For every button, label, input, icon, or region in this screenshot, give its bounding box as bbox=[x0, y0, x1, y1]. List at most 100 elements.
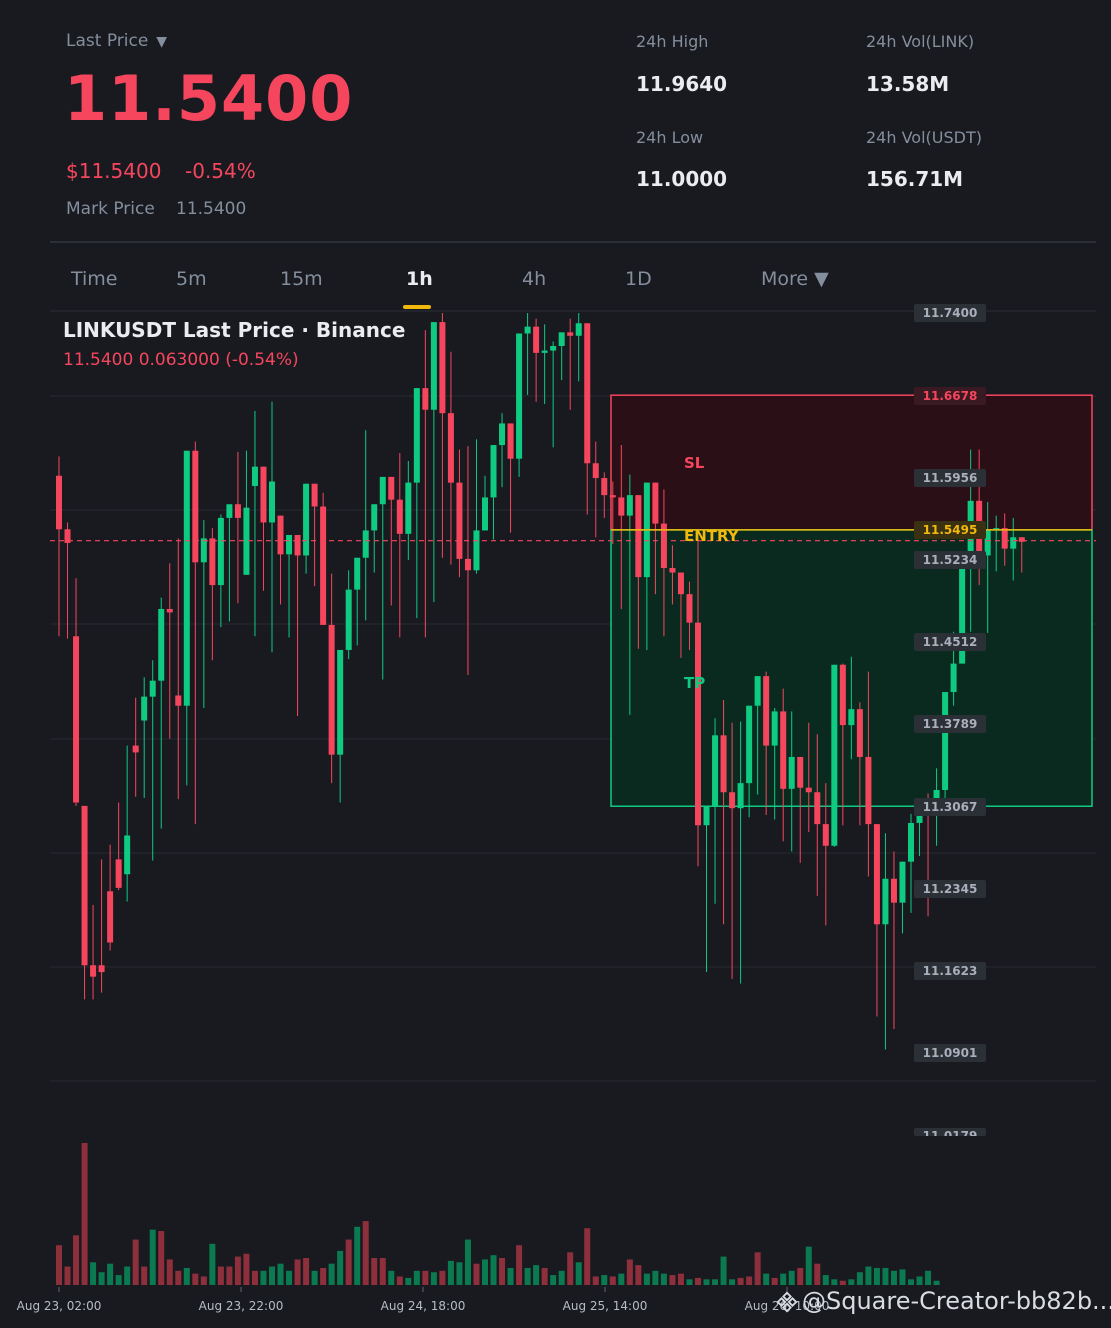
price-tick-label: 11.2345 bbox=[923, 882, 978, 896]
volume-bar bbox=[899, 1269, 906, 1285]
candle-body bbox=[234, 504, 241, 518]
tp-label: TP bbox=[684, 674, 705, 692]
candle-body bbox=[737, 783, 744, 809]
volume-bar bbox=[482, 1259, 488, 1285]
volume-bar bbox=[754, 1252, 761, 1285]
volume-bar bbox=[908, 1279, 914, 1285]
volume-bar bbox=[660, 1273, 667, 1285]
volume-bar bbox=[354, 1226, 361, 1285]
volume-bar bbox=[73, 1235, 80, 1285]
candle-body bbox=[1010, 537, 1017, 549]
volume-bar bbox=[592, 1276, 599, 1285]
volume-bar bbox=[805, 1246, 812, 1285]
price-tick-label: 11.0901 bbox=[923, 1046, 978, 1060]
volume-bar bbox=[328, 1263, 335, 1285]
volume-bar bbox=[439, 1270, 446, 1285]
volume-bar bbox=[303, 1258, 310, 1285]
candle-body bbox=[294, 534, 301, 556]
volume-bar bbox=[746, 1276, 753, 1285]
volume-bar bbox=[933, 1280, 940, 1285]
volume-bar bbox=[149, 1229, 156, 1285]
volume-bar bbox=[64, 1266, 71, 1285]
candle-body bbox=[345, 589, 352, 650]
candle-body bbox=[652, 482, 659, 524]
volume-bar bbox=[729, 1279, 736, 1285]
volume-bar bbox=[763, 1273, 770, 1285]
volume-bar bbox=[652, 1270, 659, 1285]
entry-label: ENTRY bbox=[684, 527, 740, 545]
candle-body bbox=[873, 824, 880, 925]
candle-body bbox=[712, 735, 719, 806]
candle-body bbox=[337, 649, 344, 755]
candle-body bbox=[251, 466, 258, 487]
candle-body bbox=[550, 346, 557, 351]
volume-bar bbox=[132, 1239, 139, 1285]
candle-body bbox=[158, 608, 165, 681]
candle-body bbox=[149, 680, 156, 697]
volume-bar bbox=[720, 1256, 727, 1285]
price-tick-label: 11.4512 bbox=[923, 635, 978, 649]
candle-body bbox=[396, 499, 403, 534]
volume-bar bbox=[141, 1266, 148, 1285]
volume-bar bbox=[362, 1221, 369, 1285]
time-tick-label: Aug 23, 22:00 bbox=[199, 1299, 284, 1313]
volume-bar bbox=[396, 1276, 403, 1285]
candle-body bbox=[856, 709, 863, 757]
volume-bar bbox=[499, 1258, 506, 1285]
volume-bar bbox=[567, 1252, 574, 1285]
volume-bar bbox=[822, 1275, 829, 1285]
candle-body bbox=[422, 388, 429, 410]
volume-bar bbox=[166, 1259, 173, 1285]
volume-bar bbox=[226, 1266, 233, 1285]
volume-bar bbox=[541, 1267, 548, 1285]
candle-body bbox=[695, 622, 701, 826]
candle-body bbox=[677, 572, 684, 595]
candle-body bbox=[192, 450, 199, 563]
volume-bar bbox=[635, 1265, 642, 1285]
volume-bar bbox=[269, 1266, 275, 1285]
chart-subtitle: 11.5400 0.063000 (-0.54%) bbox=[63, 350, 299, 370]
candle-body bbox=[98, 965, 105, 973]
candle-body bbox=[541, 350, 548, 353]
candle-body bbox=[524, 326, 531, 334]
volume-bar bbox=[311, 1270, 318, 1285]
volume-bar bbox=[56, 1245, 62, 1285]
candle-body bbox=[618, 497, 625, 516]
price-tick-label: 11.7400 bbox=[923, 306, 978, 320]
volume-bar bbox=[337, 1250, 344, 1285]
volume-bar bbox=[771, 1277, 778, 1285]
volume-bar bbox=[524, 1267, 531, 1285]
candle-body bbox=[609, 495, 616, 498]
price-tick-label: 11.5956 bbox=[923, 471, 978, 485]
price-tick-label: 11.3789 bbox=[923, 717, 978, 731]
candle-body bbox=[703, 805, 710, 826]
candle-body bbox=[516, 333, 523, 459]
volume-bar bbox=[737, 1277, 744, 1285]
volume-bar bbox=[388, 1270, 395, 1285]
volume-bar bbox=[865, 1266, 872, 1285]
candle-body bbox=[226, 504, 233, 518]
candle-body bbox=[388, 476, 395, 500]
price-tick-label: 11.1623 bbox=[923, 964, 978, 978]
volume-bar bbox=[618, 1273, 625, 1285]
candle-body bbox=[320, 506, 327, 625]
candle-body bbox=[430, 322, 437, 410]
candle-body bbox=[166, 608, 173, 613]
binance-logo-icon bbox=[776, 1291, 798, 1313]
volume-bar bbox=[677, 1273, 684, 1285]
volume-bar bbox=[251, 1270, 258, 1285]
volume-bar bbox=[294, 1259, 301, 1285]
time-axis: Aug 23, 02:00 Aug 23, 22:00 Aug 24, 18:00 A… bbox=[17, 1287, 829, 1313]
volume-bar bbox=[601, 1275, 608, 1285]
volume-bar bbox=[533, 1265, 540, 1285]
candle-body bbox=[311, 483, 318, 507]
volume-bar bbox=[643, 1273, 650, 1285]
candle-body bbox=[499, 423, 506, 446]
candle-body bbox=[286, 534, 293, 555]
candlestick-chart[interactable]: SL ENTRY TP 11.7400 11.6678 11.5956 11.5495 11… bbox=[0, 0, 1111, 1328]
volume-bar bbox=[422, 1270, 429, 1285]
candle-body bbox=[797, 756, 804, 788]
volume-bar bbox=[217, 1266, 224, 1285]
candle-body bbox=[601, 478, 608, 496]
candle-body bbox=[788, 756, 795, 789]
